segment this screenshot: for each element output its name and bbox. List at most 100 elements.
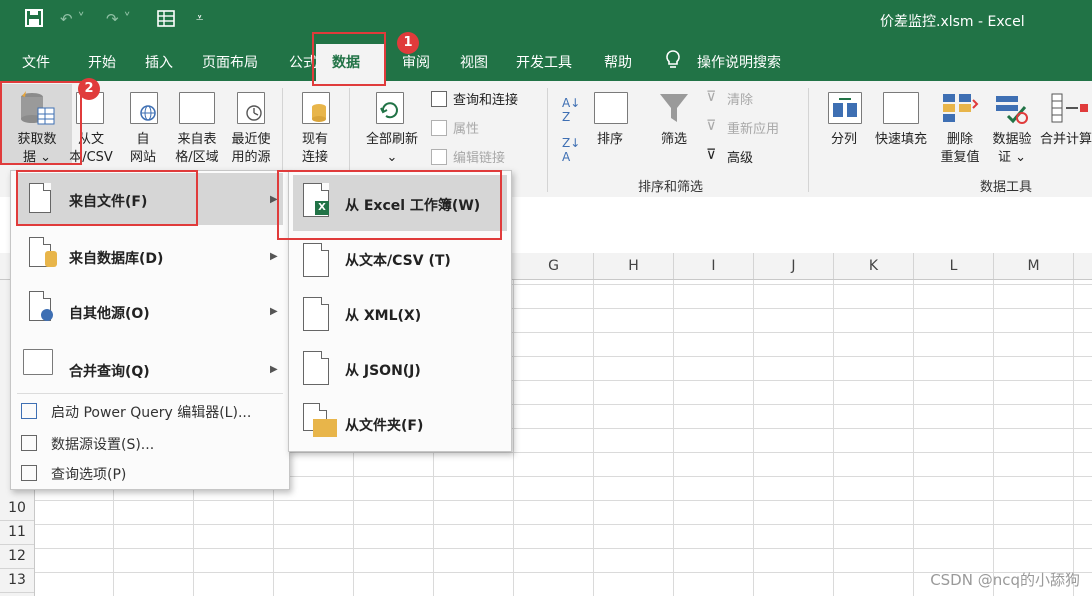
- tell-me-search[interactable]: 操作说明搜索: [697, 52, 781, 72]
- existing-connections-label-2[interactable]: 连接: [290, 149, 340, 167]
- folder-icon: [313, 419, 337, 437]
- lightbulb-icon[interactable]: [664, 49, 682, 75]
- reapply-icon: ⊽: [706, 118, 717, 134]
- consolidate-button[interactable]: 合并计算: [1040, 131, 1092, 149]
- data-validation-label-1[interactable]: 数据验: [986, 131, 1038, 149]
- column-header-m[interactable]: M: [994, 253, 1074, 279]
- refresh-all-icon: [376, 92, 404, 124]
- flash-fill-icon: [883, 92, 919, 124]
- data-validation-label-2[interactable]: 证 ⌄: [986, 149, 1038, 167]
- tab-home[interactable]: 开始: [88, 52, 116, 72]
- window-title: 价差监控.xlsm - Excel: [880, 14, 1025, 30]
- sort-z-a-icon[interactable]: Z↓ A: [562, 136, 580, 164]
- edit-links-button[interactable]: 编辑链接: [453, 147, 505, 166]
- tab-insert[interactable]: 插入: [145, 52, 173, 72]
- highlight-box-get-data: [0, 81, 82, 165]
- ribbon-separator: [547, 88, 548, 192]
- tab-view[interactable]: 视图: [460, 52, 488, 72]
- power-query-icon: [21, 403, 37, 419]
- highlight-box-from-file: [16, 170, 198, 226]
- watermark: CSDN @ncq的小舔狗: [930, 571, 1080, 589]
- from-web-label-2[interactable]: 网站: [118, 149, 168, 167]
- from-table-label-1[interactable]: 来自表: [170, 131, 224, 149]
- text-csv-file-icon: [303, 243, 329, 277]
- save-icon[interactable]: [24, 8, 44, 34]
- data-source-settings-icon: [21, 435, 37, 451]
- step-badge-2: 2: [78, 78, 100, 100]
- tab-page-layout[interactable]: 页面布局: [202, 52, 258, 72]
- submenu-item-folder[interactable]: 从文件夹(F): [345, 415, 423, 435]
- clear-button[interactable]: 清除: [727, 89, 753, 108]
- from-web-label-1[interactable]: 自: [118, 131, 168, 149]
- undo-icon[interactable]: ↶ ˅: [60, 8, 85, 30]
- web-icon: [130, 92, 158, 124]
- column-header-k[interactable]: K: [834, 253, 914, 279]
- tab-file[interactable]: 文件: [22, 52, 50, 72]
- remove-duplicates-label-2[interactable]: 重复值: [934, 149, 986, 167]
- queries-connections-button[interactable]: 查询和连接: [453, 89, 518, 108]
- step-badge-1: 1: [397, 32, 419, 54]
- menu-item-data-source-settings[interactable]: 数据源设置(S)...: [51, 434, 154, 454]
- column-header-i[interactable]: I: [674, 253, 754, 279]
- column-header-g[interactable]: G: [514, 253, 594, 279]
- row-header-10[interactable]: 10: [0, 496, 34, 521]
- submenu-item-json[interactable]: 从 JSON(J): [345, 360, 421, 380]
- text-to-columns-icon: [828, 92, 862, 124]
- combine-queries-icon: [23, 349, 53, 375]
- recent-sources-label-2[interactable]: 用的源: [224, 149, 278, 167]
- row-header-13[interactable]: 13: [0, 568, 34, 593]
- menu-item-query-options[interactable]: 查询选项(P): [51, 464, 126, 484]
- xml-file-icon: [303, 297, 329, 331]
- existing-connections-icon: [302, 92, 330, 124]
- advanced-button[interactable]: 高级: [727, 147, 753, 166]
- column-header-l[interactable]: L: [914, 253, 994, 279]
- row-header-12[interactable]: 12: [0, 544, 34, 569]
- filter-button[interactable]: 筛选: [650, 131, 698, 149]
- column-header-h[interactable]: H: [594, 253, 674, 279]
- submenu-item-xml[interactable]: 从 XML(X): [345, 305, 421, 325]
- existing-connections-label-1[interactable]: 现有: [290, 131, 340, 149]
- sort-button[interactable]: 排序: [586, 131, 634, 149]
- table-range-icon: [179, 92, 215, 124]
- redo-icon[interactable]: ↷ ˅: [106, 8, 131, 30]
- reapply-button[interactable]: 重新应用: [727, 118, 779, 137]
- ribbon-separator: [808, 88, 809, 192]
- column-header-j[interactable]: J: [754, 253, 834, 279]
- remove-duplicates-icon: [941, 92, 979, 128]
- clear-filter-icon: ⊽: [706, 89, 717, 105]
- tab-help[interactable]: 帮助: [604, 52, 632, 72]
- database-cylinder-icon: [45, 251, 57, 267]
- menu-item-combine-queries[interactable]: 合并查询(Q): [69, 361, 150, 381]
- filter-icon: [658, 92, 690, 130]
- sort-a-z-icon[interactable]: A↓ Z: [562, 96, 580, 124]
- properties-button[interactable]: 属性: [453, 118, 479, 137]
- refresh-all-label-2[interactable]: ⌄: [358, 149, 426, 167]
- menu-item-from-database[interactable]: 来自数据库(D): [69, 248, 163, 268]
- flash-fill-button[interactable]: 快速填充: [868, 131, 934, 149]
- form-icon[interactable]: [156, 8, 176, 34]
- row-header-11[interactable]: 11: [0, 520, 34, 545]
- group-label-sort-filter: 排序和筛选: [638, 180, 704, 195]
- text-to-columns-button[interactable]: 分列: [822, 131, 866, 149]
- tab-review[interactable]: 审阅: [402, 52, 430, 72]
- query-options-icon: [21, 465, 37, 481]
- submenu-item-text-csv[interactable]: 从文本/CSV (T): [345, 250, 451, 270]
- from-table-label-2[interactable]: 格/区域: [170, 149, 224, 167]
- submenu-arrow-icon: ▶: [270, 306, 278, 317]
- tab-developer[interactable]: 开发工具: [516, 52, 572, 72]
- menu-divider: [17, 393, 283, 394]
- highlight-box-data-tab: [312, 32, 386, 86]
- group-label-data-tools: 数据工具: [980, 180, 1033, 195]
- remove-duplicates-label-1[interactable]: 删除: [934, 131, 986, 149]
- customize-qat-icon[interactable]: ⩡: [196, 8, 203, 30]
- json-file-icon: [303, 351, 329, 385]
- submenu-arrow-icon: ▶: [270, 251, 278, 262]
- advanced-filter-icon: ⊽: [706, 147, 717, 163]
- menu-item-other-sources[interactable]: 自其他源(O): [69, 303, 150, 323]
- gear-icon: [41, 309, 53, 321]
- refresh-all-label-1[interactable]: 全部刷新: [358, 131, 426, 149]
- queries-connections-icon: [431, 91, 447, 107]
- consolidate-icon: [1050, 92, 1090, 128]
- recent-sources-label-1[interactable]: 最近使: [224, 131, 278, 149]
- menu-item-launch-power-query[interactable]: 启动 Power Query 编辑器(L)...: [51, 402, 251, 422]
